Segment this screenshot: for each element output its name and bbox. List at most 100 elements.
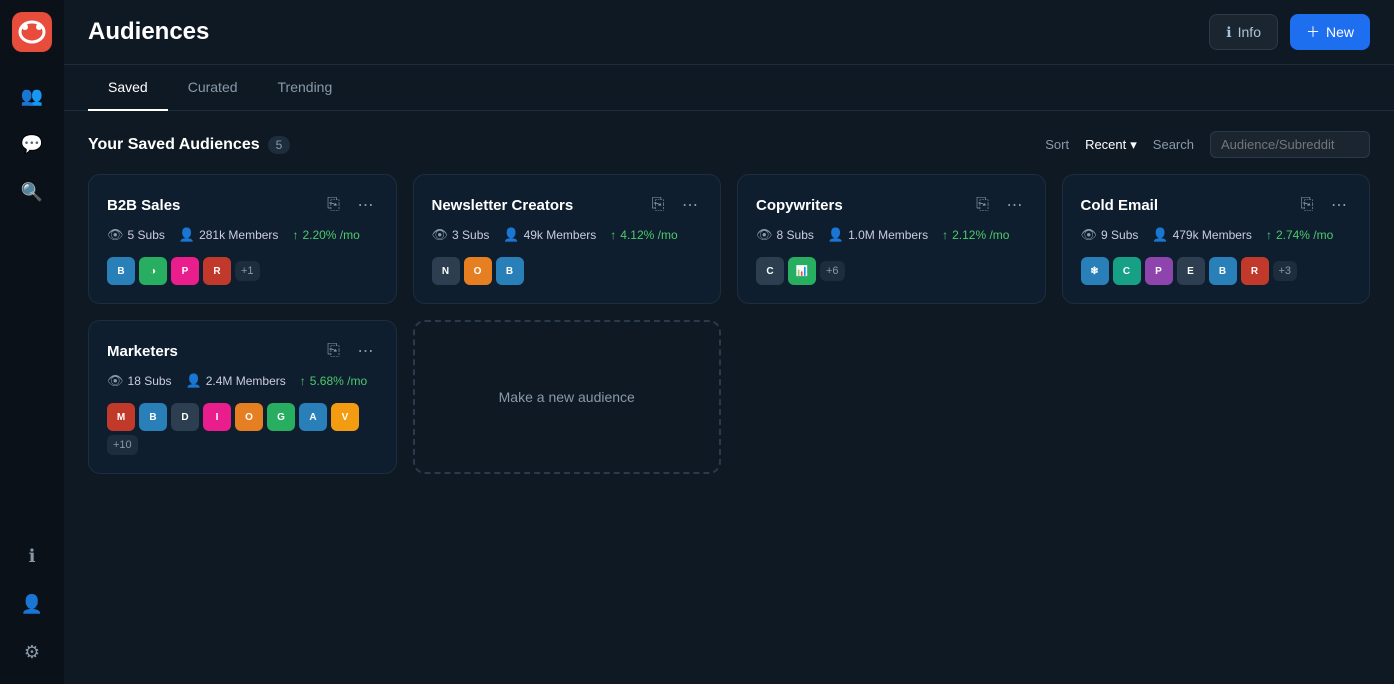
sidebar-item-profile[interactable]: 👤 — [12, 584, 52, 624]
sidebar-item-info[interactable]: ℹ — [12, 536, 52, 576]
card-marketers[interactable]: Marketers ⎘ ⋯ 👁 18 Subs 👤 2.4M Members — [88, 320, 397, 474]
subs-stat: 👁 9 Subs — [1081, 227, 1139, 243]
extra-count: +3 — [1273, 261, 1298, 281]
sub-icon: A — [299, 403, 327, 431]
search-label: Search — [1153, 137, 1194, 152]
arrow-up-icon: ↑ — [300, 374, 306, 388]
people-icon: 👤 — [503, 227, 519, 243]
sidebar: 👥 💬 🔍 ℹ 👤 ⚙ — [0, 0, 64, 684]
sub-icon: P — [1145, 257, 1173, 285]
tab-saved[interactable]: Saved — [88, 65, 168, 111]
sub-icon: V — [331, 403, 359, 431]
reddit-icon: 👁 — [756, 227, 773, 243]
members-stat: 👤 281k Members — [179, 227, 279, 243]
extra-count: +10 — [107, 435, 138, 455]
sub-icon: 📊 — [788, 257, 816, 285]
count-badge: 5 — [268, 136, 291, 154]
more-icon[interactable]: ⋯ — [354, 339, 378, 363]
copy-icon[interactable]: ⎘ — [1295, 193, 1319, 217]
info-button-label: Info — [1238, 24, 1261, 40]
reddit-icon: 👁 — [432, 227, 449, 243]
arrow-up-icon: ↑ — [942, 228, 948, 242]
tab-curated[interactable]: Curated — [168, 65, 258, 111]
chevron-down-icon: ▾ — [1130, 137, 1137, 153]
app-logo[interactable] — [12, 12, 52, 52]
more-icon[interactable]: ⋯ — [678, 193, 702, 217]
reddit-icon: 👁 — [1081, 227, 1098, 243]
new-button-label: New — [1326, 24, 1354, 40]
toolbar-left: Your Saved Audiences 5 — [88, 136, 290, 154]
subreddit-icons: B ◑ P R +1 — [107, 257, 378, 285]
sub-icon: ❄ — [1081, 257, 1109, 285]
sub-icon: M — [107, 403, 135, 431]
card-actions: ⎘ ⋯ — [971, 193, 1027, 217]
members-stat: 👤 49k Members — [503, 227, 596, 243]
arrow-up-icon: ↑ — [292, 228, 298, 242]
subs-stat: 👁 3 Subs — [432, 227, 490, 243]
sub-icon: O — [464, 257, 492, 285]
card-title: B2B Sales — [107, 197, 180, 214]
sort-value-text: Recent — [1085, 137, 1126, 152]
sub-icon: R — [1241, 257, 1269, 285]
sub-icon: I — [203, 403, 231, 431]
header-actions: ℹ Info ＋ New — [1209, 14, 1370, 50]
copy-icon[interactable]: ⎘ — [646, 193, 670, 217]
header: Audiences ℹ Info ＋ New — [64, 0, 1394, 65]
section-title: Your Saved Audiences — [88, 136, 260, 154]
copy-icon[interactable]: ⎘ — [322, 193, 346, 217]
info-button[interactable]: ℹ Info — [1209, 14, 1278, 50]
subs-stat: 👁 5 Subs — [107, 227, 165, 243]
more-icon[interactable]: ⋯ — [1003, 193, 1027, 217]
toolbar: Your Saved Audiences 5 Sort Recent ▾ Sea… — [88, 131, 1370, 158]
new-button[interactable]: ＋ New — [1290, 14, 1370, 50]
extra-count: +1 — [235, 261, 260, 281]
extra-count: +6 — [820, 261, 845, 281]
card-title: Marketers — [107, 343, 178, 360]
card-new-audience[interactable]: Make a new audience — [413, 320, 722, 474]
people-icon: 👤 — [179, 227, 195, 243]
sidebar-item-search[interactable]: 🔍 — [12, 172, 52, 212]
card-b2b-sales[interactable]: B2B Sales ⎘ ⋯ 👁 5 Subs 👤 281k Members — [88, 174, 397, 304]
card-copywriters[interactable]: Copywriters ⎘ ⋯ 👁 8 Subs 👤 1.0M Members — [737, 174, 1046, 304]
card-title: Cold Email — [1081, 197, 1159, 214]
sort-dropdown[interactable]: Recent ▾ — [1085, 137, 1137, 153]
subs-stat: 👁 18 Subs — [107, 373, 172, 389]
sub-icon: R — [203, 257, 231, 285]
card-newsletter-creators[interactable]: Newsletter Creators ⎘ ⋯ 👁 3 Subs 👤 49k M… — [413, 174, 722, 304]
sidebar-item-messages[interactable]: 💬 — [12, 124, 52, 164]
subreddit-icons: ❄ C P E B R +3 — [1081, 257, 1352, 285]
subreddit-icons: M B D I O G A V +10 — [107, 403, 378, 455]
sub-icon: G — [267, 403, 295, 431]
members-stat: 👤 1.0M Members — [828, 227, 928, 243]
people-icon: 👤 — [828, 227, 844, 243]
sidebar-item-audiences[interactable]: 👥 — [12, 76, 52, 116]
more-icon[interactable]: ⋯ — [1327, 193, 1351, 217]
sub-icon: ◑ — [139, 257, 167, 285]
search-input[interactable] — [1210, 131, 1370, 158]
new-audience-label: Make a new audience — [499, 389, 635, 405]
sidebar-item-settings[interactable]: ⚙ — [12, 632, 52, 672]
arrow-up-icon: ↑ — [610, 228, 616, 242]
members-stat: 👤 2.4M Members — [186, 373, 286, 389]
card-title: Copywriters — [756, 197, 843, 214]
copy-icon[interactable]: ⎘ — [322, 339, 346, 363]
copy-icon[interactable]: ⎘ — [971, 193, 995, 217]
people-icon: 👤 — [1152, 227, 1168, 243]
tab-trending[interactable]: Trending — [258, 65, 353, 111]
growth-stat: ↑ 2.20% /mo — [292, 228, 359, 242]
main-content: Audiences ℹ Info ＋ New Saved Curated Tre… — [64, 0, 1394, 684]
card-actions: ⎘ ⋯ — [1295, 193, 1351, 217]
toolbar-right: Sort Recent ▾ Search — [1045, 131, 1370, 158]
sub-icon: O — [235, 403, 263, 431]
more-icon[interactable]: ⋯ — [354, 193, 378, 217]
sub-icon: B — [1209, 257, 1237, 285]
card-cold-email[interactable]: Cold Email ⎘ ⋯ 👁 9 Subs 👤 479k Members — [1062, 174, 1371, 304]
members-stat: 👤 479k Members — [1152, 227, 1252, 243]
subreddit-icons: N O B — [432, 257, 703, 285]
sub-icon: P — [171, 257, 199, 285]
reddit-icon: 👁 — [107, 373, 124, 389]
growth-stat: ↑ 4.12% /mo — [610, 228, 677, 242]
plus-icon: ＋ — [1306, 22, 1320, 42]
card-actions: ⎘ ⋯ — [646, 193, 702, 217]
reddit-icon: 👁 — [107, 227, 124, 243]
